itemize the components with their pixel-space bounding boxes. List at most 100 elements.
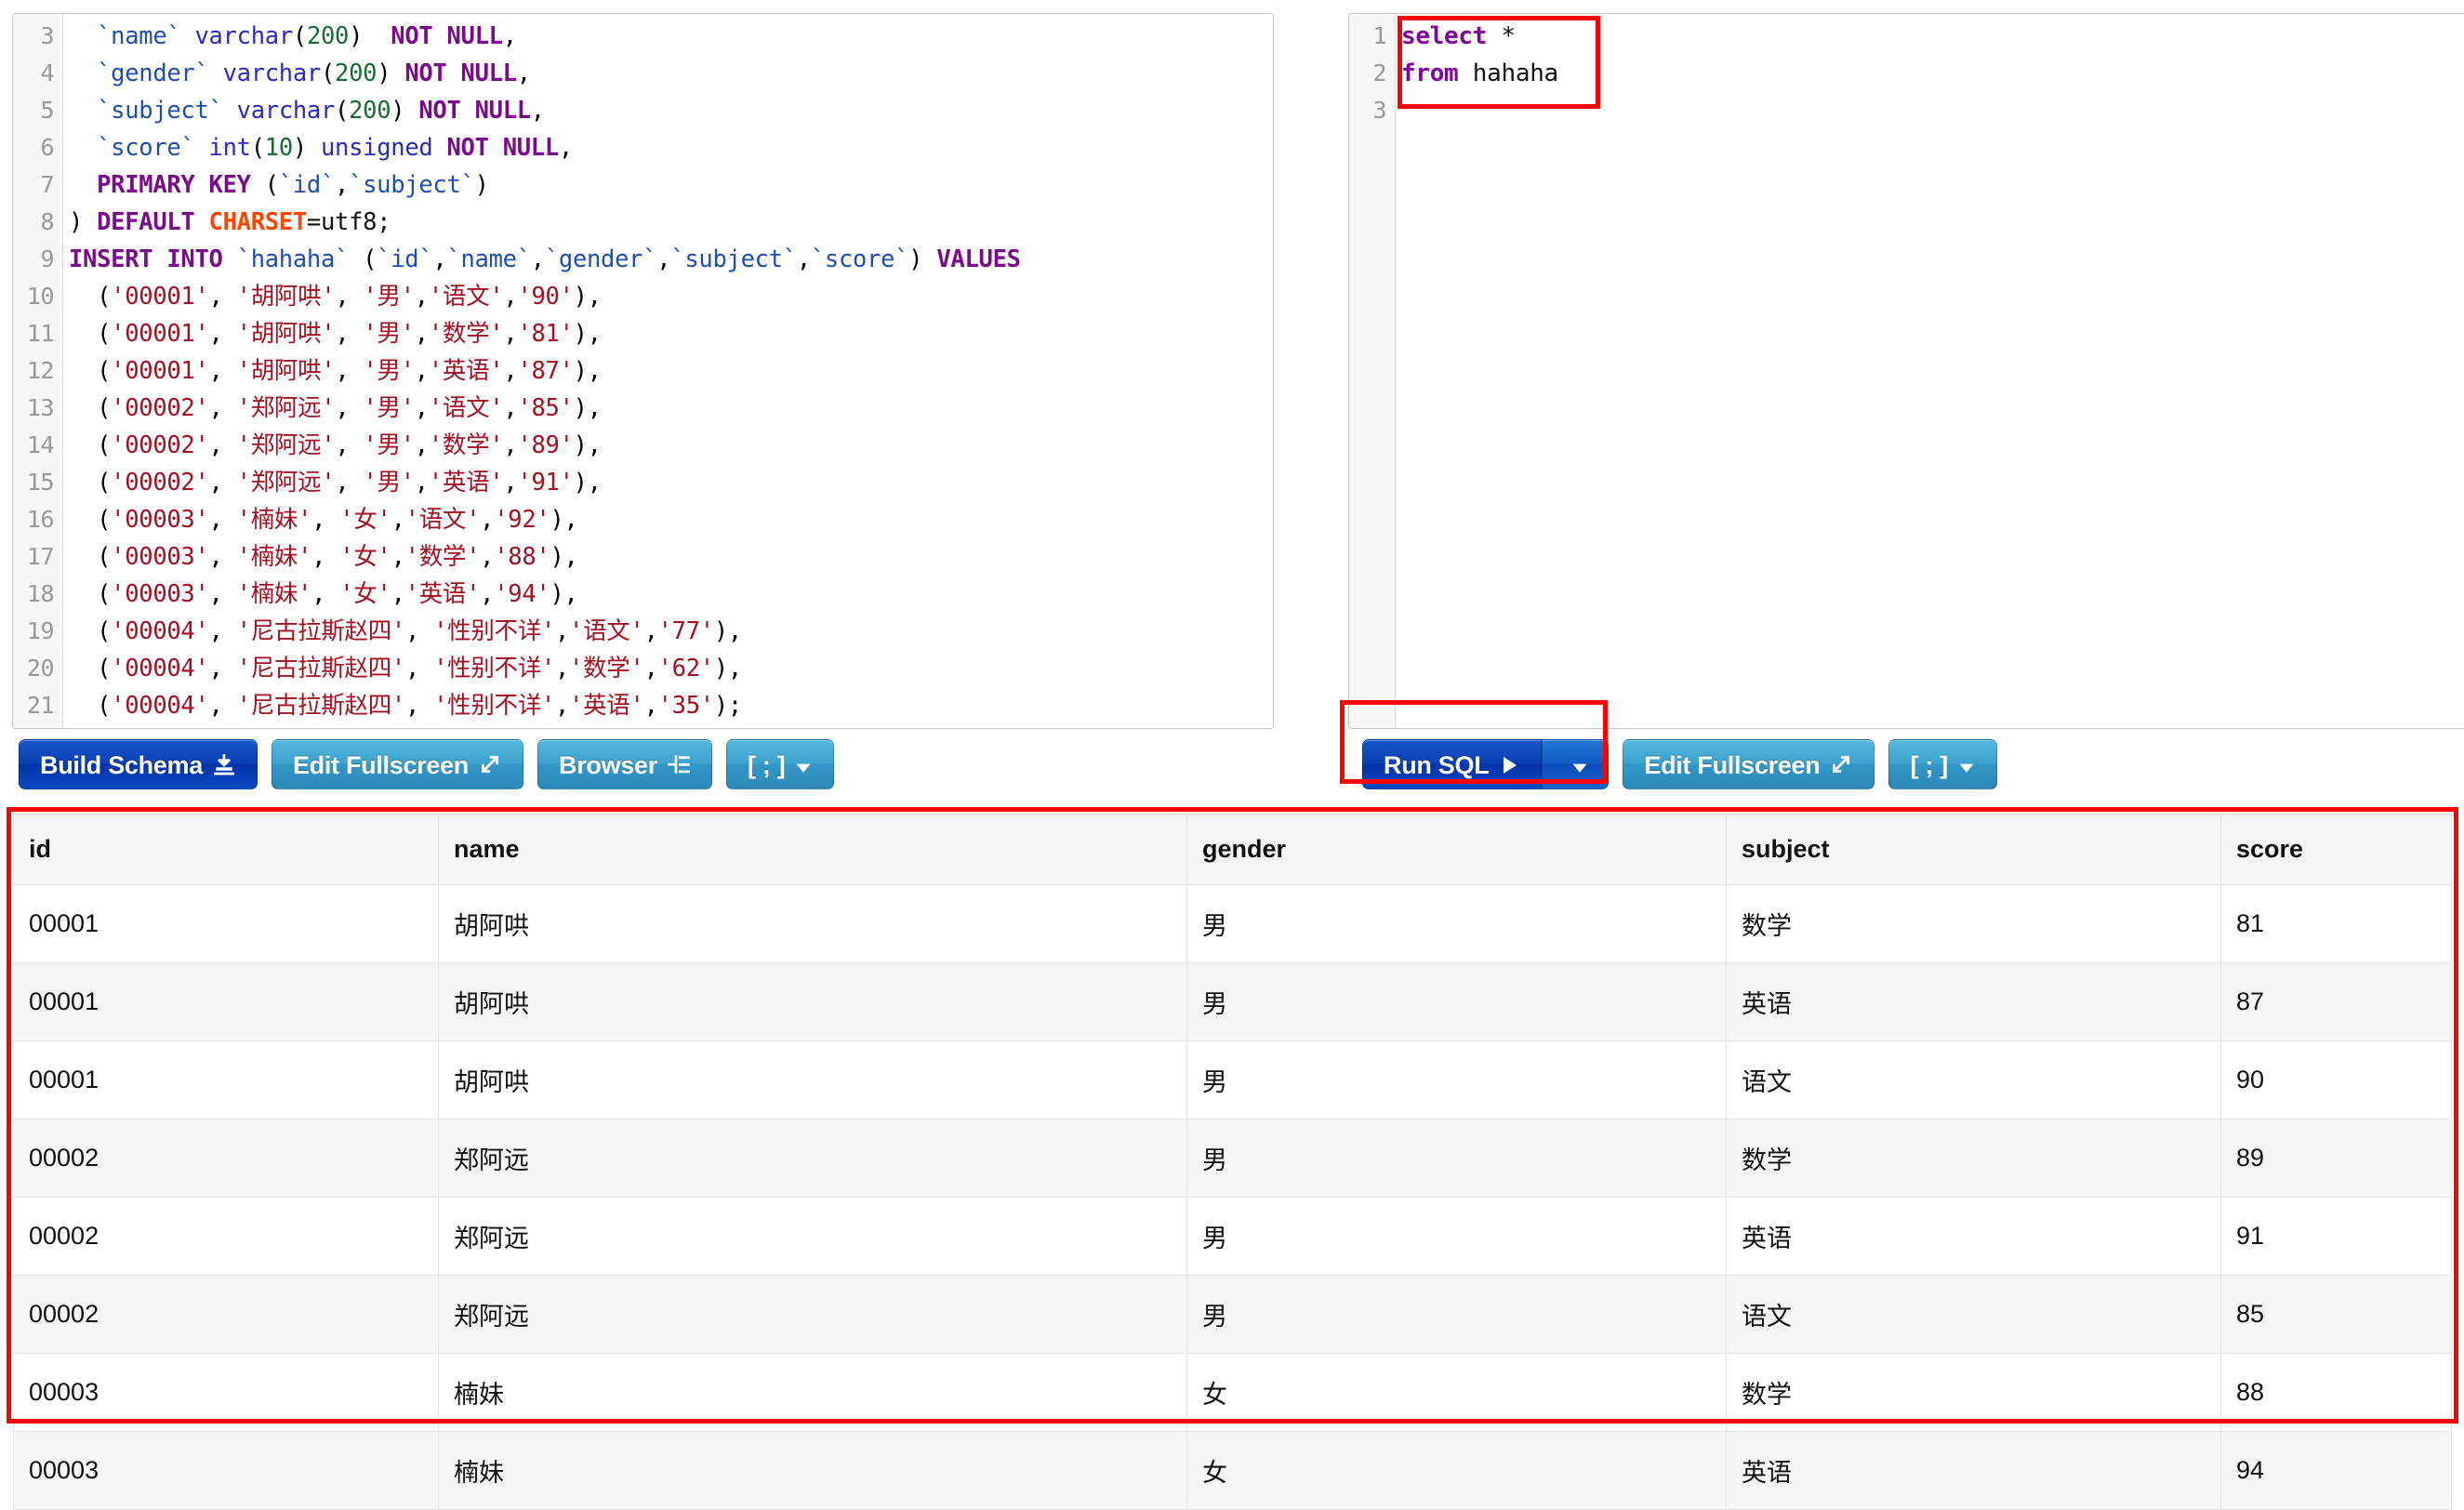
code-token: CHARSET xyxy=(208,208,308,236)
query-semicolon-button[interactable]: [ ; ] xyxy=(1888,739,1997,789)
code-token: , xyxy=(480,506,495,534)
query-sql-editor[interactable]: 123 select * from hahaha xyxy=(1348,13,2464,729)
schema-sql-editor[interactable]: 3 4 5 6 7 8 9 10 11 12 13 14 15 16 17 18 19 20 21 `name` v… xyxy=(12,13,1274,729)
line-number: 9 xyxy=(40,245,54,272)
code-token: ), xyxy=(713,617,742,645)
column-header-score[interactable]: score xyxy=(2220,814,2452,885)
code-token: '语文' xyxy=(428,394,504,422)
cell-subject: 数学 xyxy=(1726,1353,2221,1432)
code-token: '女' xyxy=(339,506,391,534)
code-token: `subject` xyxy=(97,97,223,125)
cell-subject: 数学 xyxy=(1726,884,2221,963)
schema-editor-code[interactable]: `name` varchar(200) NOT NULL, `gender` v… xyxy=(63,14,1273,728)
line-number: 12 xyxy=(26,357,55,384)
column-header-subject[interactable]: subject xyxy=(1726,814,2221,885)
code-token: '郑阿远' xyxy=(236,431,336,459)
browser-button[interactable]: Browser xyxy=(537,739,712,789)
code-line[interactable]: `name` varchar(200) NOT NULL, xyxy=(69,18,1273,55)
line-number: 15 xyxy=(26,469,55,496)
code-token: ), xyxy=(573,320,602,348)
code-token: '楠妹' xyxy=(236,580,312,608)
code-line[interactable]: ('00001', '胡阿哄', '男','语文','90'), xyxy=(69,278,1273,315)
edit-fullscreen-button[interactable]: Edit Fullscreen xyxy=(271,739,524,789)
code-token: '胡阿哄' xyxy=(236,357,336,385)
code-line[interactable]: ) DEFAULT CHARSET=utf8; xyxy=(69,204,1273,241)
button-label: Edit Fullscreen xyxy=(292,751,470,779)
cell-score: 87 xyxy=(2220,962,2452,1041)
code-token: ), xyxy=(573,283,602,311)
code-token: ), xyxy=(573,431,602,459)
code-line[interactable]: INSERT INTO `hahaha` (`id`,`name`,`gende… xyxy=(69,241,1273,278)
column-header-name[interactable]: name xyxy=(438,814,1187,885)
column-header-id[interactable]: id xyxy=(13,814,439,885)
code-token: , xyxy=(643,692,658,720)
run-sql-dropdown-toggle[interactable] xyxy=(1542,739,1610,789)
code-token: ), xyxy=(573,394,602,422)
code-token: ( xyxy=(69,580,112,608)
button-label: [ ; ] xyxy=(747,751,786,779)
cell-id: 00001 xyxy=(13,1040,439,1119)
code-token: `subject` xyxy=(349,171,475,199)
code-token: ), xyxy=(550,506,578,534)
code-line[interactable]: ('00003', '楠妹', '女','英语','94'), xyxy=(69,576,1273,613)
code-line[interactable]: PRIMARY KEY (`id`,`subject`) xyxy=(69,166,1273,204)
line-number: 20 xyxy=(26,655,55,682)
code-token: '英语' xyxy=(569,692,644,720)
code-line[interactable]: ('00001', '胡阿哄', '男','英语','87'), xyxy=(69,352,1273,390)
code-token: ( xyxy=(69,506,112,534)
query-editor-code[interactable]: select * from hahaha xyxy=(1396,14,2464,728)
code-line[interactable]: `score` int(10) unsigned NOT NULL, xyxy=(69,129,1273,166)
code-token: , xyxy=(503,431,518,459)
semicolon-button[interactable]: [ ; ] xyxy=(725,739,835,789)
code-line[interactable] xyxy=(1401,92,2464,129)
query-edit-fullscreen-button[interactable]: Edit Fullscreen xyxy=(1623,739,1875,789)
code-line[interactable]: ('00004', '尼古拉斯赵四', '性别不详','数学','62'), xyxy=(69,650,1273,687)
line-number: 2 xyxy=(1372,60,1386,86)
column-header-gender[interactable]: gender xyxy=(1186,814,1727,885)
code-token: ( xyxy=(69,357,112,385)
code-line[interactable]: from hahaha xyxy=(1401,55,2464,92)
code-line[interactable]: ('00003', '楠妹', '女','数学','88'), xyxy=(69,538,1273,576)
cell-name: 胡阿哄 xyxy=(438,884,1187,963)
code-token: , xyxy=(208,394,237,422)
code-line[interactable]: ('00002', '郑阿远', '男','英语','91'), xyxy=(69,464,1273,501)
cell-subject: 英语 xyxy=(1726,1197,2221,1276)
code-token: , xyxy=(414,394,429,422)
code-line[interactable]: select * xyxy=(1401,18,2464,55)
code-token: '00002' xyxy=(111,394,209,422)
line-number: 8 xyxy=(40,208,54,235)
code-line[interactable]: ('00003', '楠妹', '女','语文','92'), xyxy=(69,501,1273,538)
code-token: '胡阿哄' xyxy=(236,283,336,311)
code-token: '尼古拉斯赵四' xyxy=(236,655,406,682)
code-line[interactable]: ('00004', '尼古拉斯赵四', '性别不详','英语','35'); xyxy=(69,687,1273,724)
table-row: 00003 楠妹女数学 88 xyxy=(13,1353,2452,1432)
code-token: , xyxy=(516,60,531,87)
code-token: from xyxy=(1401,60,1459,87)
code-line[interactable]: ('00002', '郑阿远', '男','语文','85'), xyxy=(69,390,1273,427)
code-token: , xyxy=(503,357,518,385)
run-sql-button[interactable]: Run SQL xyxy=(1362,739,1543,789)
code-token: '90' xyxy=(517,283,574,311)
cell-gender: 男 xyxy=(1186,962,1727,1041)
code-line[interactable]: ('00004', '尼古拉斯赵四', '性别不详','语文','77'), xyxy=(69,613,1273,650)
table-row: 00001 胡阿哄男数学 81 xyxy=(13,884,2452,963)
code-token: , xyxy=(554,655,570,682)
expand-arrows-icon xyxy=(1833,756,1850,773)
code-token: ), xyxy=(573,469,602,497)
code-line[interactable]: `subject` varchar(200) NOT NULL, xyxy=(69,92,1273,129)
code-line[interactable]: `gender` varchar(200) NOT NULL, xyxy=(69,55,1273,92)
table-row: 00002 郑阿远男数学 89 xyxy=(13,1119,2452,1198)
cell-gender: 男 xyxy=(1186,1275,1727,1354)
code-token: , xyxy=(208,580,237,608)
run-sql-button-group[interactable]: Run SQL xyxy=(1362,739,1610,789)
code-token: , xyxy=(404,655,434,682)
button-label: Browser xyxy=(559,751,657,779)
cell-id: 00002 xyxy=(13,1119,439,1198)
build-schema-button[interactable]: Build Schema xyxy=(19,739,258,789)
schema-editor-gutter: 3 4 5 6 7 8 9 10 11 12 13 14 15 16 17 18 19 20 21 xyxy=(13,14,63,728)
code-line[interactable]: ('00001', '胡阿哄', '男','数学','81'), xyxy=(69,315,1273,352)
code-line[interactable]: ('00002', '郑阿远', '男','数学','89'), xyxy=(69,427,1273,464)
code-token: , xyxy=(335,394,364,422)
line-number: 16 xyxy=(26,506,55,533)
